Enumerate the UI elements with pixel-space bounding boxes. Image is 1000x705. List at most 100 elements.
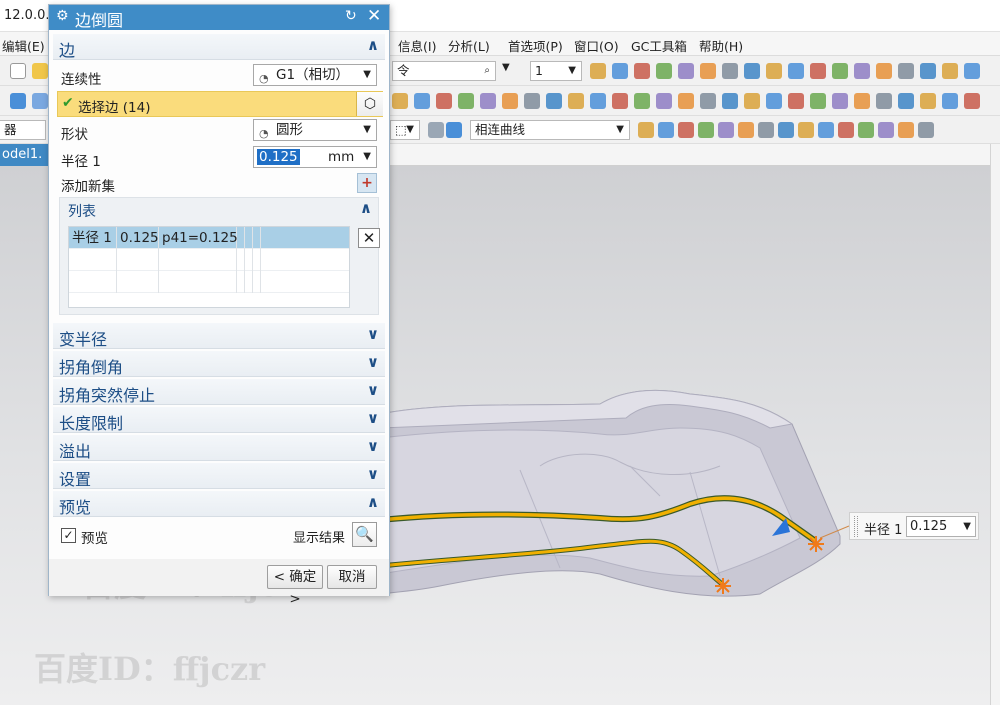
type-filter-dropdown[interactable]: 器 [0, 120, 46, 140]
tool-icon[interactable] [810, 93, 826, 109]
continuity-dropdown[interactable]: ◔ G1（相切） ▼ [253, 64, 377, 86]
tool-icon[interactable] [678, 93, 694, 109]
tool-icon[interactable] [634, 63, 650, 79]
section-edge-header[interactable]: 边 ∧ [53, 34, 385, 60]
tool-icon[interactable] [436, 93, 452, 109]
add-new-set-button[interactable]: + [357, 173, 377, 193]
menu-preferences[interactable]: 首选项(P) [508, 36, 563, 55]
tool-icon[interactable] [722, 93, 738, 109]
list-section-header[interactable]: 列表 ∧ [60, 198, 378, 222]
vertical-scrollbar[interactable] [990, 144, 1000, 705]
preview-checkbox[interactable]: ✓ [61, 528, 76, 543]
tool-icon[interactable] [876, 63, 892, 79]
new-file-icon[interactable] [10, 63, 26, 79]
tool-icon[interactable] [414, 93, 430, 109]
tool-icon[interactable] [918, 122, 934, 138]
tool-icon[interactable] [678, 63, 694, 79]
delete-button[interactable]: ✕ [358, 228, 380, 248]
tool-icon[interactable] [678, 122, 694, 138]
section-length-limit[interactable]: 长度限制 ∨ [53, 407, 385, 433]
drag-handle[interactable] [854, 516, 858, 537]
tool-icon[interactable] [744, 63, 760, 79]
reset-icon[interactable]: ↻ [345, 8, 357, 24]
menu-info[interactable]: 信息(I) [398, 36, 436, 55]
tool-icon[interactable] [590, 93, 606, 109]
tool-icon[interactable] [502, 93, 518, 109]
tool-icon[interactable] [898, 122, 914, 138]
cone-icon[interactable] [32, 93, 48, 109]
tool-icon[interactable] [942, 63, 958, 79]
tool-icon[interactable] [920, 63, 936, 79]
table-row[interactable] [69, 271, 349, 293]
tool-icon[interactable] [612, 63, 628, 79]
tool-icon[interactable] [524, 93, 540, 109]
tool-icon[interactable] [878, 122, 894, 138]
tool-icon[interactable] [458, 93, 474, 109]
tool-icon[interactable] [810, 63, 826, 79]
tool-icon[interactable] [698, 122, 714, 138]
menu-help[interactable]: 帮助(H) [699, 36, 743, 55]
ok-button[interactable]: < 确定 > [267, 565, 323, 607]
close-icon[interactable]: ✕ [367, 6, 381, 26]
tool-icon[interactable] [758, 122, 774, 138]
menu-gc-toolbox[interactable]: GC工具箱 [631, 36, 687, 55]
table-row[interactable]: 半径 1 0.125 p41=0.125 [69, 227, 349, 249]
tool-icon[interactable] [898, 63, 914, 79]
tool-icon[interactable] [722, 63, 738, 79]
show-result-button[interactable]: 🔍 [352, 522, 377, 547]
tool-icon[interactable] [656, 63, 672, 79]
tool-icon[interactable] [656, 93, 672, 109]
tool-icon[interactable] [818, 122, 834, 138]
section-variable-radius[interactable]: 变半径 ∨ [53, 323, 385, 349]
command-finder-input[interactable]: 令 ⌕ [392, 61, 496, 81]
tool-icon[interactable] [638, 122, 654, 138]
section-overflow[interactable]: 溢出 ∨ [53, 435, 385, 461]
tool-icon[interactable] [590, 63, 606, 79]
snap-icon[interactable] [428, 122, 444, 138]
select-edge-button[interactable]: ⬡ [356, 92, 383, 116]
radius-callout-input[interactable]: 0.125 ▼ [906, 516, 976, 537]
tool-icon[interactable] [832, 93, 848, 109]
layer-dropdown[interactable]: 1 ▼ [530, 61, 582, 81]
tool-icon[interactable] [964, 93, 980, 109]
tool-icon[interactable] [658, 122, 674, 138]
menu-window[interactable]: 窗口(O) [574, 36, 619, 55]
gear-icon[interactable]: ⚙ [56, 8, 69, 24]
section-stop-short-of-corner[interactable]: 拐角突然停止 ∨ [53, 379, 385, 405]
tool-icon[interactable] [854, 93, 870, 109]
tool-icon[interactable] [568, 93, 584, 109]
section-corner-setback[interactable]: 拐角倒角 ∨ [53, 351, 385, 377]
menu-edit[interactable]: 编辑(E) [2, 36, 45, 55]
tool-icon[interactable] [612, 93, 628, 109]
tool-icon[interactable] [942, 93, 958, 109]
tool-icon[interactable] [898, 93, 914, 109]
radius-input[interactable]: 0.125 mm ▼ [253, 146, 377, 168]
tool-icon[interactable] [738, 122, 754, 138]
select-edge-row[interactable]: ✔ 选择边 (14) ⬡ [57, 91, 383, 117]
curve-rule-dropdown[interactable]: 相连曲线 ▼ [470, 120, 630, 140]
tab-model[interactable]: odel1. [0, 144, 50, 166]
tool-icon[interactable] [838, 122, 854, 138]
tool-icon[interactable] [480, 93, 496, 109]
tool-icon[interactable] [858, 122, 874, 138]
tool-icon[interactable] [920, 93, 936, 109]
cylinder-icon[interactable] [10, 93, 26, 109]
tool-icon[interactable] [854, 63, 870, 79]
chevron-down-icon[interactable]: ▼ [502, 62, 510, 73]
section-settings[interactable]: 设置 ∨ [53, 463, 385, 489]
tool-icon[interactable] [788, 93, 804, 109]
open-file-icon[interactable] [32, 63, 48, 79]
tool-icon[interactable] [832, 63, 848, 79]
tool-icon[interactable] [392, 93, 408, 109]
menu-analysis[interactable]: 分析(L) [448, 36, 490, 55]
solid-body-icon[interactable] [446, 122, 462, 138]
table-row[interactable] [69, 249, 349, 271]
tool-icon[interactable] [778, 122, 794, 138]
tool-icon[interactable] [876, 93, 892, 109]
dialog-title-bar[interactable]: ⚙ 边倒圆 ↻ ✕ [49, 5, 389, 30]
tool-icon[interactable] [964, 63, 980, 79]
tool-icon[interactable] [744, 93, 760, 109]
tool-icon[interactable] [766, 63, 782, 79]
tool-icon[interactable] [700, 93, 716, 109]
tool-icon[interactable] [798, 122, 814, 138]
